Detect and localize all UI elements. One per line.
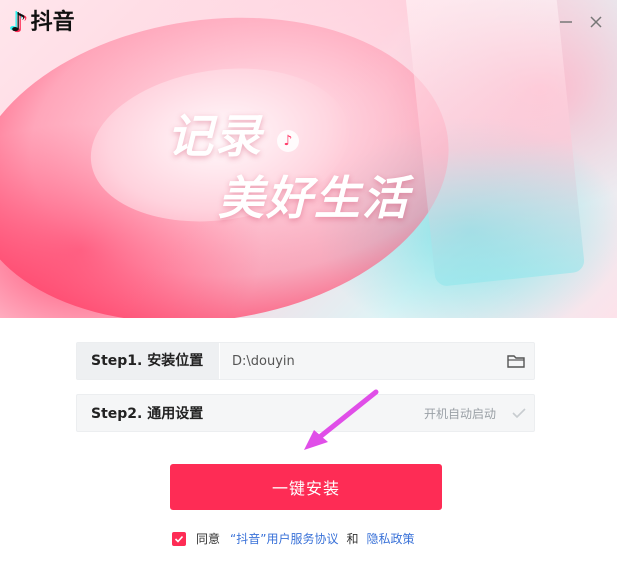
close-icon: [590, 16, 602, 28]
checkmark-icon: [512, 408, 526, 419]
one-click-install-button[interactable]: 一键安装: [170, 464, 442, 510]
checkmark-icon: [174, 535, 184, 543]
agree-label: 同意: [196, 532, 221, 546]
auto-start-label[interactable]: 开机自动启动: [424, 405, 496, 422]
folder-icon: [507, 355, 525, 368]
slogan-line-2: 美好生活: [218, 171, 410, 225]
step1-label: Step1. 安装位置: [77, 343, 220, 379]
small-logo-icon: ♪: [277, 130, 299, 152]
agree-checkbox[interactable]: [172, 531, 186, 546]
and-text: 和: [346, 532, 359, 546]
minimize-icon: [560, 21, 572, 23]
hero-banner: 记录 ♪ 美好生活: [0, 0, 617, 318]
banner-pillar-graphic: [404, 0, 586, 288]
close-button[interactable]: [584, 10, 608, 34]
pointer-arrow-graphic: [304, 389, 379, 450]
auto-start-toggle[interactable]: [504, 406, 534, 420]
step2-label: Step2. 通用设置: [91, 406, 204, 422]
install-location-row: Step1. 安装位置 D:\douyin: [76, 342, 535, 380]
privacy-policy-link[interactable]: 隐私政策: [366, 530, 414, 547]
tiktok-note-icon: ♪: [10, 8, 27, 38]
app-logo: ♪ 抖音: [10, 8, 75, 38]
install-path-field[interactable]: D:\douyin: [220, 354, 498, 369]
agreement-row: 同意 “抖音”用户服务协议 和 隐私政策: [172, 530, 414, 547]
user-agreement-link[interactable]: “抖音”用户服务协议: [230, 530, 338, 547]
minimize-button[interactable]: [554, 10, 578, 34]
app-name: 抖音: [30, 10, 75, 35]
browse-folder-button[interactable]: [498, 343, 534, 379]
slogan-line-1: 记录: [167, 109, 263, 163]
